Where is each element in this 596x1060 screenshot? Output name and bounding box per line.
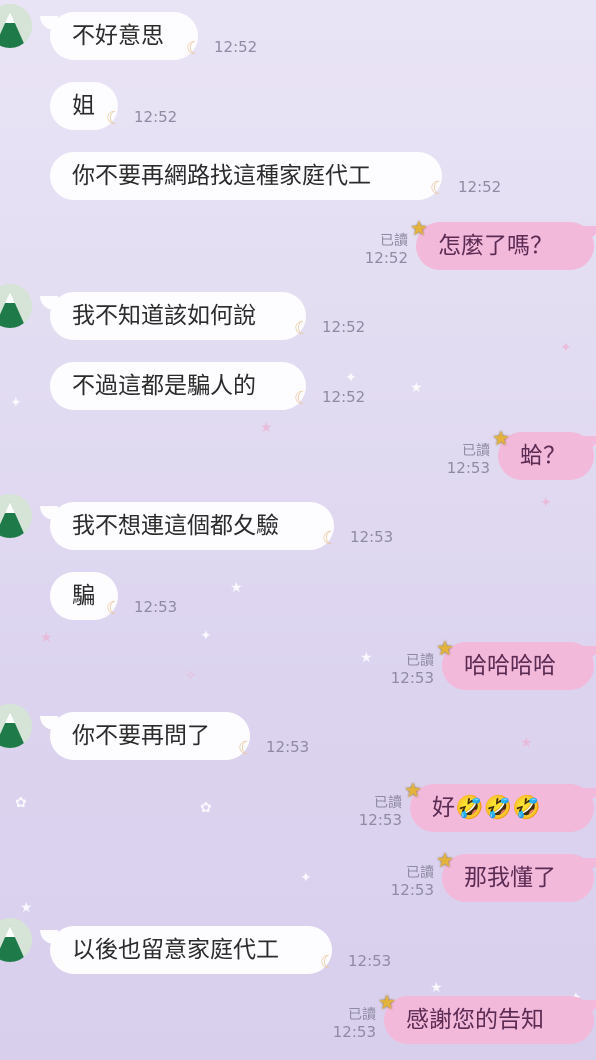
message-timestamp: 12:52 — [322, 388, 366, 406]
message-row-in: 以後也留意家庭代工 ☾ 12:53 — [0, 918, 596, 982]
message-timestamp: 12:53 — [348, 952, 392, 970]
message-row-out: 好🤣🤣🤣 ★ 已讀 12:53 — [0, 778, 596, 840]
message-timestamp: 12:52 — [322, 318, 366, 336]
message-row-out: 蛤？ ★ 已讀 12:53 — [0, 426, 596, 488]
read-receipt: 已讀 — [380, 233, 408, 249]
message-row-in: 你不要再問了 ☾ 12:53 — [0, 704, 596, 768]
incoming-message-bubble[interactable]: 不過這都是騙人的 — [50, 362, 306, 410]
incoming-message-bubble[interactable]: 你不要再問了 — [50, 712, 250, 760]
bubble-tail — [580, 646, 596, 660]
message-row-in: 不好意思 ☾ 12:52 — [0, 4, 596, 68]
message-timestamp: 12:53 — [350, 528, 394, 546]
moon-icon: ☾ — [106, 108, 123, 129]
star-icon: ★ — [436, 848, 454, 872]
message-row-out: 感謝您的告知 ★ 已讀 12:53 — [0, 990, 596, 1052]
outgoing-message-bubble[interactable]: 好🤣🤣🤣 — [410, 784, 594, 832]
message-row-in: 騙 ☾ 12:53 — [0, 572, 596, 628]
moon-icon: ☾ — [294, 318, 311, 339]
message-row-in: 不過這都是騙人的 ☾ 12:52 — [0, 362, 596, 418]
contact-avatar[interactable] — [0, 494, 32, 538]
star-icon: ★ — [404, 778, 422, 802]
message-row-out: 哈哈哈哈 ★ 已讀 12:53 — [0, 636, 596, 698]
incoming-message-bubble[interactable]: 我不想連這個都夂驗 — [50, 502, 334, 550]
read-receipt: 已讀 — [406, 653, 434, 669]
outgoing-message-bubble[interactable]: 怎麼了嗎？ — [416, 222, 594, 270]
moon-icon: ☾ — [186, 38, 203, 59]
contact-avatar[interactable] — [0, 284, 32, 328]
moon-icon: ☾ — [322, 528, 339, 549]
message-timestamp: 12:53 — [390, 881, 434, 899]
star-icon: ★ — [378, 990, 396, 1014]
message-timestamp: 12:53 — [390, 669, 434, 687]
moon-icon: ☾ — [320, 952, 337, 973]
message-timestamp: 12:53 — [134, 598, 178, 616]
bubble-tail — [580, 858, 596, 872]
incoming-message-bubble[interactable]: 我不知道該如何說 — [50, 292, 306, 340]
read-receipt: 已讀 — [374, 795, 402, 811]
message-row-in: 你不要再網路找這種家庭代工 ☾ 12:52 — [0, 152, 596, 208]
sparkle-icon: ★ — [430, 980, 443, 996]
moon-icon: ☾ — [294, 388, 311, 409]
message-timestamp: 12:53 — [266, 738, 310, 756]
message-row-out: 那我懂了 ★ 已讀 12:53 — [0, 848, 596, 910]
outgoing-message-bubble[interactable]: 感謝您的告知 — [384, 996, 594, 1044]
incoming-message-bubble[interactable]: 不好意思 — [50, 12, 198, 60]
outgoing-message-bubble[interactable]: 哈哈哈哈 — [442, 642, 594, 690]
message-timestamp: 12:52 — [134, 108, 178, 126]
bubble-tail — [580, 788, 596, 802]
contact-avatar[interactable] — [0, 4, 32, 48]
read-receipt: 已讀 — [348, 1007, 376, 1023]
incoming-message-bubble[interactable]: 以後也留意家庭代工 — [50, 926, 332, 974]
moon-icon: ☾ — [430, 178, 447, 199]
message-row-in: 我不想連這個都夂驗 ☾ 12:53 — [0, 494, 596, 558]
star-icon: ★ — [492, 426, 510, 450]
bubble-tail — [580, 1000, 596, 1014]
read-receipt: 已讀 — [406, 865, 434, 881]
bubble-tail — [580, 436, 596, 450]
message-row-in: 我不知道該如何說 ☾ 12:52 — [0, 284, 596, 348]
incoming-message-bubble[interactable]: 你不要再網路找這種家庭代工 — [50, 152, 442, 200]
message-timestamp: 12:53 — [358, 811, 402, 829]
contact-avatar[interactable] — [0, 704, 32, 748]
message-timestamp: 12:52 — [364, 249, 408, 267]
message-row-in: 姐 ☾ 12:52 — [0, 82, 596, 138]
moon-icon: ☾ — [238, 738, 255, 759]
read-receipt: 已讀 — [462, 443, 490, 459]
outgoing-message-bubble[interactable]: 那我懂了 — [442, 854, 594, 902]
message-timestamp: 12:53 — [332, 1023, 376, 1041]
star-icon: ★ — [410, 216, 428, 240]
message-row-out: 怎麼了嗎？ ★ 已讀 12:52 — [0, 216, 596, 278]
star-icon: ★ — [436, 636, 454, 660]
contact-avatar[interactable] — [0, 918, 32, 962]
message-timestamp: 12:53 — [446, 459, 490, 477]
message-timestamp: 12:52 — [214, 38, 258, 56]
moon-icon: ☾ — [106, 598, 123, 619]
bubble-tail — [580, 226, 596, 240]
message-timestamp: 12:52 — [458, 178, 502, 196]
